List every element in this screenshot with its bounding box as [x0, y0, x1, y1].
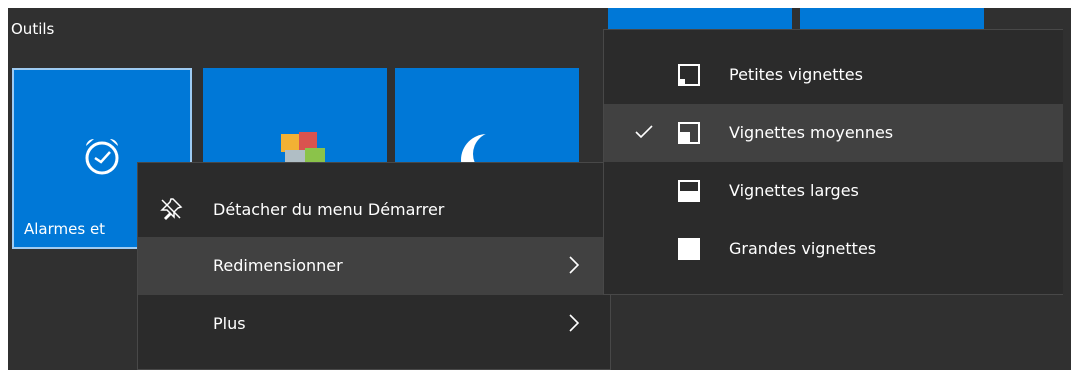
- small-tile-icon: [678, 64, 700, 90]
- medium-tile-icon: [678, 122, 700, 148]
- menu-item-unpin-label: Détacher du menu Démarrer: [213, 200, 445, 219]
- tile-context-menu: Détacher du menu Démarrer Redimensionner…: [137, 162, 611, 370]
- menu-item-more[interactable]: Plus: [138, 295, 610, 353]
- menu-item-resize-label: Redimensionner: [213, 256, 343, 275]
- checkmark-icon: [635, 124, 653, 143]
- menu-item-resize[interactable]: Redimensionner: [138, 237, 610, 295]
- submenu-item-medium-label: Vignettes moyennes: [729, 123, 894, 142]
- bottom-edge: [0, 370, 1071, 378]
- submenu-item-wide-label: Vignettes larges: [729, 181, 859, 200]
- chevron-right-icon: [568, 255, 580, 279]
- submenu-item-small-label: Petites vignettes: [729, 65, 863, 84]
- resize-submenu: Petites vignettes Vignettes moyennes Vig…: [603, 29, 1063, 295]
- menu-item-unpin[interactable]: Détacher du menu Démarrer: [138, 181, 610, 239]
- tile-group-title: Outils: [11, 20, 55, 38]
- large-tile-icon: [678, 238, 700, 264]
- submenu-item-small[interactable]: Petites vignettes: [604, 46, 1063, 104]
- submenu-item-large[interactable]: Grandes vignettes: [604, 220, 1063, 278]
- menu-item-more-label: Plus: [213, 314, 246, 333]
- submenu-item-medium[interactable]: Vignettes moyennes: [604, 104, 1063, 162]
- submenu-item-large-label: Grandes vignettes: [729, 239, 877, 258]
- tile-alarms-label: Alarmes et: [24, 220, 106, 238]
- wide-tile-icon: [678, 180, 700, 206]
- alarm-clock-icon: [80, 134, 124, 182]
- unpin-icon: [159, 197, 183, 221]
- submenu-item-wide[interactable]: Vignettes larges: [604, 162, 1063, 220]
- chevron-right-icon: [568, 313, 580, 337]
